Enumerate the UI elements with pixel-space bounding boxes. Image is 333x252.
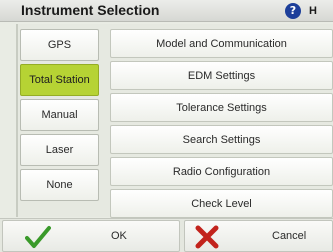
ok-label: OK: [111, 230, 127, 242]
search-settings-label: Search Settings: [182, 133, 261, 146]
check-level-label: Check Level: [191, 197, 252, 210]
instrument-laser-button[interactable]: Laser: [20, 134, 99, 166]
tolerance-settings-button[interactable]: Tolerance Settings: [110, 93, 333, 122]
ok-button[interactable]: OK: [2, 220, 180, 252]
instrument-manual-button[interactable]: Manual: [20, 99, 99, 131]
checkmark-icon: [25, 226, 51, 248]
title-bar: Instrument Selection ? H: [0, 0, 333, 22]
model-and-communication-label: Model and Communication: [156, 37, 287, 50]
cancel-button[interactable]: Cancel: [184, 220, 333, 252]
instrument-total-station-label: Total Station: [29, 74, 90, 86]
model-and-communication-button[interactable]: Model and Communication: [110, 29, 333, 58]
instrument-gps-button[interactable]: GPS: [20, 29, 99, 61]
instrument-manual-label: Manual: [41, 109, 78, 121]
tolerance-settings-label: Tolerance Settings: [176, 101, 267, 114]
instrument-none-label: None: [46, 179, 73, 191]
instrument-total-station-button[interactable]: Total Station: [20, 64, 99, 96]
instrument-laser-label: Laser: [45, 144, 74, 156]
edm-settings-button[interactable]: EDM Settings: [110, 61, 333, 90]
instrument-gps-label: GPS: [47, 39, 72, 51]
instrument-none-button[interactable]: None: [20, 169, 99, 201]
search-settings-button[interactable]: Search Settings: [110, 125, 333, 154]
help-label[interactable]: H: [309, 5, 317, 17]
window-title: Instrument Selection: [21, 2, 160, 18]
check-level-button[interactable]: Check Level: [110, 189, 333, 218]
close-x-icon: [195, 225, 219, 249]
help-icon[interactable]: ?: [285, 3, 301, 19]
radio-configuration-button[interactable]: Radio Configuration: [110, 157, 333, 186]
cancel-label: Cancel: [272, 230, 307, 242]
edm-settings-label: EDM Settings: [187, 69, 256, 82]
radio-configuration-label: Radio Configuration: [172, 165, 271, 178]
